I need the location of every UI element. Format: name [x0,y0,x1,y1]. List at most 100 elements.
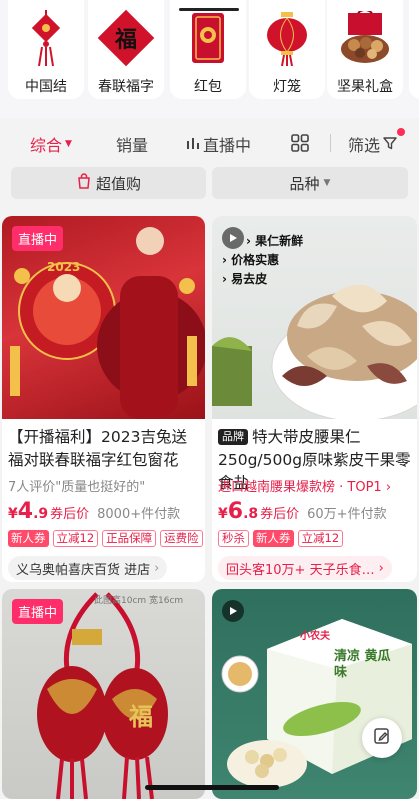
selling-point-text: 果仁新鲜 [255,234,304,248]
selling-point: › 易去皮 [222,270,303,289]
feedback-button[interactable] [362,718,402,758]
coupon-price-label: 券后价 [260,507,300,522]
selling-point: › 果仁新鲜 [246,232,303,251]
arrow-icon: › [222,272,232,286]
category-lantern[interactable]: 灯笼 [249,0,325,99]
box-brand-text: 小农夫 [300,631,330,642]
deals-pill[interactable]: 超值购 [11,167,206,199]
price-row: ¥ 6 .8 券后价 60万+件付款 [218,499,387,524]
ranking-text: 进口越南腰果爆款榜 · TOP1 [218,480,382,495]
caret-down-icon: ▼ [65,139,72,149]
arrow-icon: › [222,253,232,267]
product-card[interactable]: 小农夫 清凉 黄瓜味 [212,589,417,799]
shop-link[interactable]: 义乌奥帕喜庆百货 进店 › [8,556,168,580]
price-integer: 4 [17,499,34,524]
chevron-right-icon: › [154,560,160,576]
photo-year-text: 2023 [47,260,81,274]
price-integer: 6 [227,499,244,524]
tag-new-user-coupon: 新人券 [8,530,49,547]
shop-name: 回头客10万+ 天子乐食… [226,562,375,578]
selling-point-text: 价格实惠 [231,253,280,267]
category-couplets-fu[interactable]: 福 春联福字 [88,0,164,99]
chevron-right-icon: › [385,480,392,495]
box-flavor-text: 清凉 黄瓜味 [334,649,391,680]
tag-discount: 立减12 [52,530,99,547]
currency-symbol: ¥ [218,506,228,522]
ranking-link[interactable]: 进口越南腰果爆款榜 · TOP1 › [218,476,391,495]
fu-character-icon: 福 [97,9,155,67]
nut-gift-box-icon [337,10,393,66]
filter-label: 筛选 [348,136,381,155]
lantern-icon [259,10,315,66]
home-indicator [145,785,279,790]
divider [330,134,331,152]
photo-size-note: 此图高10cm 宽16cm [94,596,184,606]
category-nut-gift-box[interactable]: 坚果礼盒 [327,0,403,99]
shopping-bag-icon [76,173,92,193]
product-card[interactable]: 此图高10cm 宽16cm 福 直播中 [2,589,205,799]
caret-down-icon: ▼ [323,178,331,188]
arrow-icon: › [246,234,256,248]
sort-comprehensive-label: 综合 [30,136,63,155]
price-decimal: .9 [33,506,49,522]
product-card[interactable]: 2023 直播中 【开播福利】2023吉兔送福对联春联福字红包窗花 7人评价"质… [2,216,205,582]
variety-pill[interactable]: 品种 ▼ [212,167,408,199]
selling-point: › 价格实惠 [222,251,303,270]
sort-sales[interactable]: 销量 [116,132,148,156]
price-decimal: .8 [243,506,259,522]
category-label: 中国结 [25,79,67,95]
filter-notification-dot [397,128,405,136]
fu-glyph: 福 [114,27,138,53]
play-video-icon[interactable] [222,600,244,622]
product-review-snippet: 7人评价"质量也挺好的" [8,480,146,495]
chinese-knot-icon [18,10,74,66]
tag-shipping-insurance: 运费险 [160,530,203,547]
category-next-partial[interactable] [409,0,419,99]
product-card[interactable]: › 果仁新鲜 › 价格实惠 › 易去皮 品牌 特大带皮腰果仁250g/500g原味… [212,216,417,582]
product-title: 【开播福利】2023吉兔送福对联春联福字红包窗花 [8,428,187,469]
variety-label: 品种 [289,174,320,193]
product-photo: 小农夫 清凉 黄瓜味 [212,589,417,799]
tag-discount: 立减12 [297,530,344,547]
category-label: 春联福字 [98,79,154,95]
edit-note-icon [373,727,391,749]
filter-button[interactable]: 筛选 [348,132,397,156]
category-strip: 中国结 福 春联福字 红包 灯笼 坚果礼盒 [0,0,419,118]
tag-authentic: 正品保障 [102,530,157,547]
price-row: ¥ 4 .9 券后价 8000+件付款 [8,499,180,524]
shop-name: 义乌奥帕喜庆百货 进店 [16,562,151,578]
category-red-envelope[interactable]: 红包 [170,0,246,99]
sort-live[interactable]: 直播中 [186,132,251,156]
promo-tags: 秒杀 新人券 立减12 [218,530,344,547]
selling-point-text: 易去皮 [231,272,268,286]
red-envelope-icon [180,10,236,66]
fu-glyph: 福 [129,703,153,731]
category-chinese-knot[interactable]: 中国结 [8,0,84,99]
tag-flash-sale: 秒杀 [218,530,249,547]
deals-label: 超值购 [95,174,141,193]
promo-tags: 新人券 立减12 正品保障 运费险 [8,530,203,547]
active-category-indicator [179,8,239,11]
category-label: 灯笼 [273,79,301,95]
bar-chart-icon [186,135,200,154]
sort-bar: 综合 ▼ 销量 直播中 筛选 [0,118,419,170]
sort-comprehensive[interactable]: 综合 ▼ [30,132,72,156]
category-label: 红包 [194,79,222,95]
coupon-price-label: 券后价 [50,507,90,522]
shop-link[interactable]: 回头客10万+ 天子乐食… › [218,556,392,580]
photo-selling-points: › 果仁新鲜 › 价格实惠 › 易去皮 [222,232,303,289]
layout-toggle[interactable] [291,134,309,156]
live-badge: 直播中 [12,226,64,251]
sold-count: 60万+件付款 [307,507,387,522]
funnel-icon [383,135,397,154]
category-label: 坚果礼盒 [337,79,393,95]
sold-count: 8000+件付款 [97,507,181,522]
brand-tag: 品牌 [218,429,248,445]
currency-symbol: ¥ [8,506,18,522]
sort-sales-label: 销量 [116,136,149,155]
grid-view-icon [291,134,309,156]
live-badge: 直播中 [12,599,64,624]
chevron-right-icon: › [378,560,384,576]
sort-live-label: 直播中 [203,136,252,155]
tag-new-user-coupon: 新人券 [253,530,294,547]
